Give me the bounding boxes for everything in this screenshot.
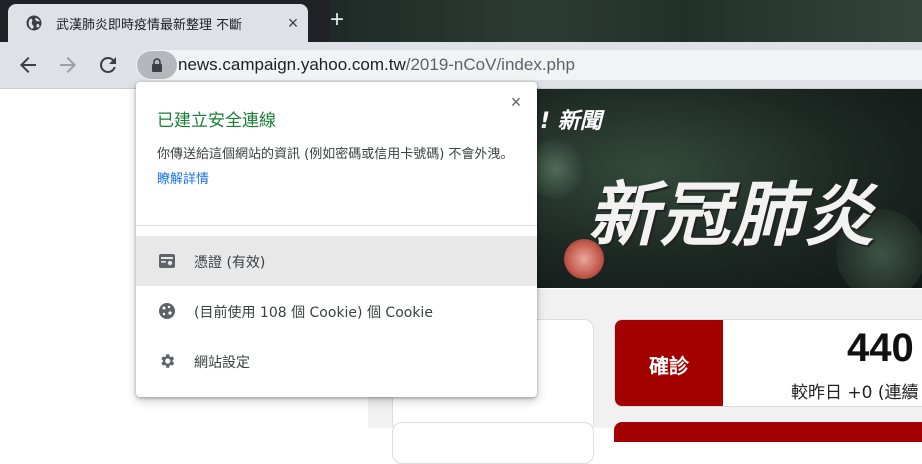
certificate-row[interactable]: 憑證 (有效) xyxy=(136,236,537,286)
confirmed-stat-card: 確診 440 較昨日 +0 (連續 xyxy=(614,319,922,407)
reload-icon[interactable] xyxy=(96,53,120,77)
address-bar[interactable]: news.campaign.yahoo.com.tw/2019-nCoV/ind… xyxy=(136,50,922,80)
hero-title: 新冠肺炎 xyxy=(588,174,876,256)
tab-strip-background xyxy=(330,0,922,42)
popup-divider xyxy=(136,225,537,226)
secure-connection-title: 已建立安全連線 xyxy=(157,111,276,131)
stat-card-partial xyxy=(614,422,922,442)
forward-arrow-icon[interactable] xyxy=(56,53,80,77)
site-info-button[interactable] xyxy=(137,51,177,79)
stat-label-box: 確診 xyxy=(615,320,723,406)
hero-banner: ! 新聞 新冠肺炎 xyxy=(536,89,922,288)
site-info-popup: × 已建立安全連線 你傳送給這個網站的資訊 (例如密碼或信用卡號碼) 不會外洩。… xyxy=(136,82,537,397)
url-text[interactable]: news.campaign.yahoo.com.tw/2019-nCoV/ind… xyxy=(178,54,575,76)
site-settings-label: 網站設定 xyxy=(194,355,250,371)
tab-strip: 武漢肺炎即時疫情最新整理 不斷 × + xyxy=(0,0,922,42)
site-settings-row[interactable]: 網站設定 xyxy=(136,336,537,386)
url-host: news.campaign.yahoo.com.tw xyxy=(178,55,406,74)
tab-title: 武漢肺炎即時疫情最新整理 不斷 xyxy=(56,18,243,33)
virus-graphic xyxy=(536,139,586,199)
close-tab-icon[interactable]: × xyxy=(283,13,303,33)
cookies-row[interactable]: (目前使用 108 個 Cookie) 個 Cookie xyxy=(136,286,537,336)
gear-icon xyxy=(161,354,175,368)
stat-value: 440 xyxy=(847,326,914,370)
back-arrow-icon[interactable] xyxy=(16,53,40,77)
new-tab-icon[interactable]: + xyxy=(326,8,348,32)
cookies-label: (目前使用 108 個 Cookie) 個 Cookie xyxy=(194,305,433,321)
hero-brand: ! 新聞 xyxy=(540,109,602,134)
lock-icon xyxy=(152,58,162,72)
description-text: 你傳送給這個網站的資訊 (例如密碼或信用卡號碼) 不會外洩。 xyxy=(157,147,514,162)
certificate-icon xyxy=(159,254,175,268)
info-card xyxy=(392,422,594,464)
learn-more-link[interactable]: 瞭解詳情 xyxy=(157,172,209,187)
certificate-label: 憑證 (有效) xyxy=(194,255,266,271)
cookie-icon xyxy=(159,303,175,319)
stat-label: 確診 xyxy=(649,354,689,378)
stat-delta: 較昨日 +0 (連續 xyxy=(791,383,919,403)
secure-connection-description: 你傳送給這個網站的資訊 (例如密碼或信用卡號碼) 不會外洩。 瞭解詳情 xyxy=(157,142,517,192)
browser-tab[interactable]: 武漢肺炎即時疫情最新整理 不斷 × xyxy=(8,4,308,42)
close-icon[interactable]: × xyxy=(506,92,526,112)
globe-icon xyxy=(26,15,42,31)
url-path: /2019-nCoV/index.php xyxy=(405,55,575,74)
